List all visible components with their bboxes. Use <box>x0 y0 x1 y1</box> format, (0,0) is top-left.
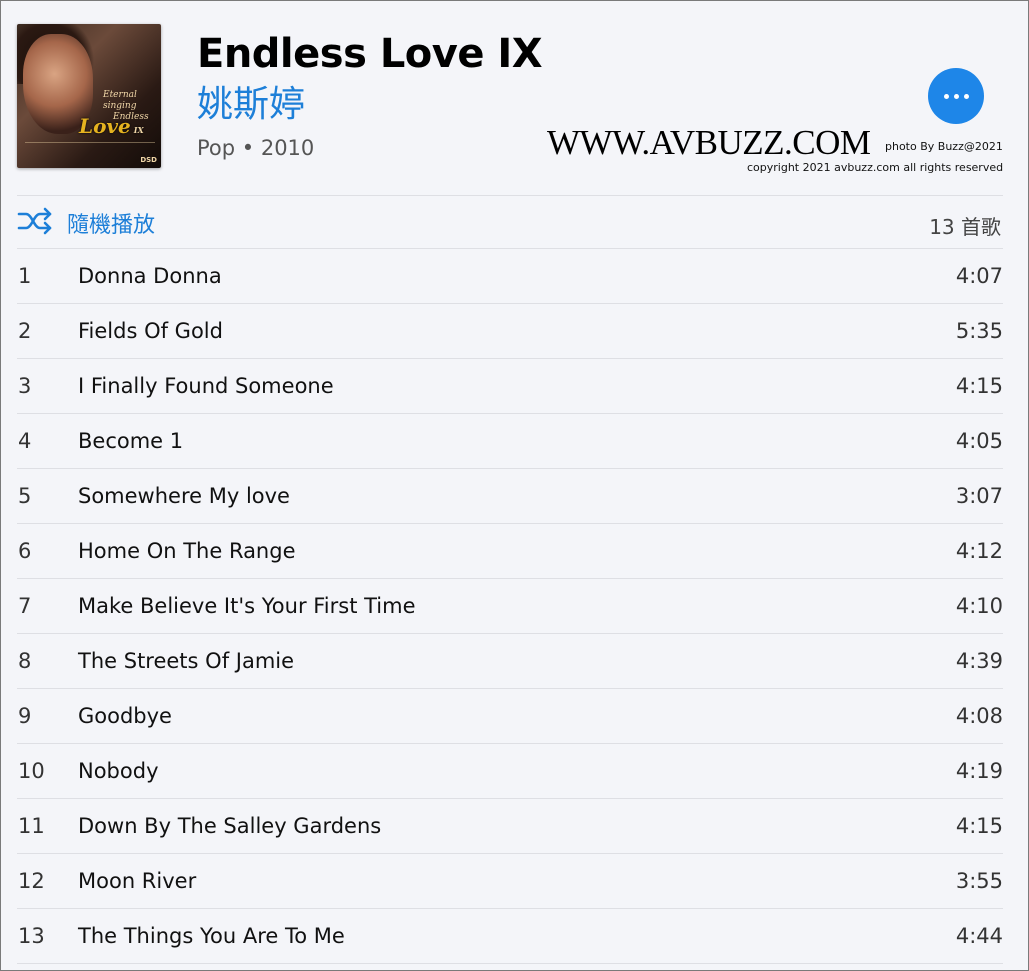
watermark-photo-credit: photo By Buzz@2021 <box>885 140 1003 153</box>
track-duration: 4:10 <box>955 594 1003 618</box>
artist-link[interactable]: 姚斯婷 <box>197 75 305 127</box>
album-cover[interactable]: Eternal singing Endless Love IX DSD <box>17 24 161 168</box>
more-horizontal-icon <box>941 93 971 99</box>
track-title: The Streets Of Jamie <box>78 649 295 673</box>
track-title: Home On The Range <box>78 539 296 563</box>
track-number: 8 <box>18 649 32 673</box>
track-number: 9 <box>18 704 32 728</box>
track-duration: 3:55 <box>955 869 1003 893</box>
track-list: 1 Donna Donna 4:07 2 Fields Of Gold 5:35 3 I … <box>17 249 1003 964</box>
track-row[interactable]: 6 Home On The Range 4:12 <box>17 524 1003 579</box>
track-title: Fields Of Gold <box>78 319 223 343</box>
track-title: Goodbye <box>78 704 172 728</box>
shuffle-icon <box>17 207 53 239</box>
cover-dsd-badge: DSD <box>140 156 157 164</box>
track-duration: 4:05 <box>955 429 1003 453</box>
track-row[interactable]: 3 I Finally Found Someone 4:15 <box>17 359 1003 414</box>
track-number: 12 <box>18 869 45 893</box>
track-title: Donna Donna <box>78 264 222 288</box>
album-meta: Pop • 2010 <box>197 136 315 160</box>
track-duration: 4:12 <box>955 539 1003 563</box>
track-number: 1 <box>18 264 32 288</box>
track-duration: 4:15 <box>955 814 1003 838</box>
track-title: The Things You Are To Me <box>78 924 345 948</box>
track-duration: 4:08 <box>955 704 1003 728</box>
track-duration: 4:19 <box>955 759 1003 783</box>
more-options-button[interactable] <box>928 68 984 124</box>
track-row[interactable]: 12 Moon River 3:55 <box>17 854 1003 909</box>
track-row[interactable]: 13 The Things You Are To Me 4:44 <box>17 909 1003 964</box>
track-row[interactable]: 9 Goodbye 4:08 <box>17 689 1003 744</box>
track-duration: 4:44 <box>955 924 1003 948</box>
track-number: 5 <box>18 484 32 508</box>
track-title: I Finally Found Someone <box>78 374 334 398</box>
track-duration: 3:07 <box>955 484 1003 508</box>
track-row[interactable]: 11 Down By The Salley Gardens 4:15 <box>17 799 1003 854</box>
track-number: 11 <box>18 814 45 838</box>
album-page: Eternal singing Endless Love IX DSD Endle… <box>0 0 1029 971</box>
track-title: Moon River <box>78 869 197 893</box>
track-number: 7 <box>18 594 32 618</box>
watermark-copyright: copyright 2021 avbuzz.com all rights res… <box>747 161 1004 174</box>
track-duration: 4:39 <box>955 649 1003 673</box>
track-title: Down By The Salley Gardens <box>78 814 382 838</box>
track-row[interactable]: 10 Nobody 4:19 <box>17 744 1003 799</box>
track-title: Somewhere My love <box>78 484 290 508</box>
track-number: 10 <box>18 759 45 783</box>
track-number: 13 <box>18 924 45 948</box>
divider <box>17 195 1003 196</box>
track-number: 3 <box>18 374 32 398</box>
cover-fine-print <box>25 142 155 161</box>
track-duration: 4:07 <box>955 264 1003 288</box>
shuffle-button[interactable]: 隨機播放 <box>17 207 155 239</box>
track-number: 4 <box>18 429 32 453</box>
cover-love-text: Love IX <box>79 114 144 138</box>
track-row[interactable]: 4 Become 1 4:05 <box>17 414 1003 469</box>
track-count: 13 首歌 <box>929 215 1001 239</box>
track-duration: 4:15 <box>955 374 1003 398</box>
track-number: 2 <box>18 319 32 343</box>
shuffle-label: 隨機播放 <box>67 213 156 238</box>
track-title: Make Believe It's Your First Time <box>78 594 416 618</box>
track-number: 6 <box>18 539 32 563</box>
track-title: Become 1 <box>78 429 184 453</box>
track-row[interactable]: 2 Fields Of Gold 5:35 <box>17 304 1003 359</box>
track-row[interactable]: 7 Make Believe It's Your First Time 4:10 <box>17 579 1003 634</box>
track-row[interactable]: 8 The Streets Of Jamie 4:39 <box>17 634 1003 689</box>
track-row[interactable]: 5 Somewhere My love 3:07 <box>17 469 1003 524</box>
watermark-site: WWW.AVBUZZ.COM <box>547 123 871 162</box>
album-title: Endless Love IX <box>197 31 543 77</box>
track-title: Nobody <box>78 759 159 783</box>
track-row[interactable]: 1 Donna Donna 4:07 <box>17 249 1003 304</box>
track-duration: 5:35 <box>955 319 1003 343</box>
